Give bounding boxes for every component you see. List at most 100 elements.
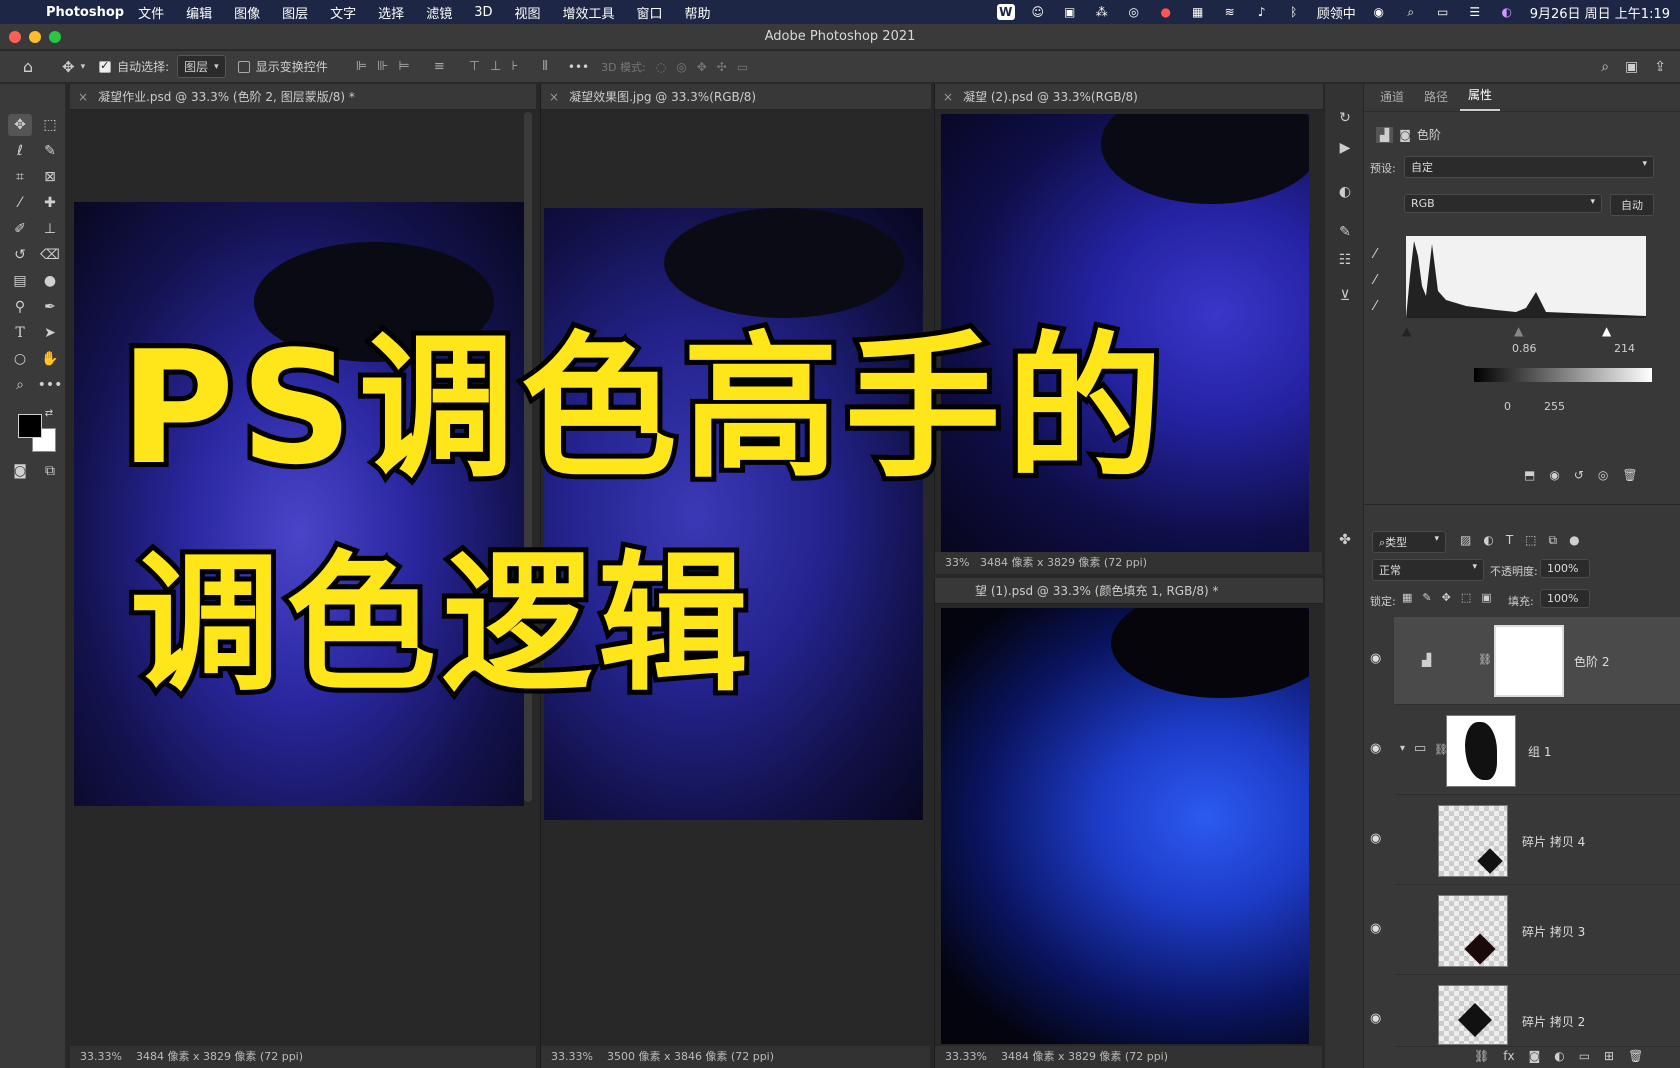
layer-thumbnail[interactable] (1438, 985, 1508, 1045)
layer-name[interactable]: 碎片 拷贝 3 (1522, 923, 1585, 940)
pen-tool-icon[interactable]: ✒ (38, 296, 62, 318)
new-group-icon[interactable]: ▭ (1579, 1049, 1590, 1063)
menu-edit[interactable]: 编辑 (186, 3, 212, 22)
layer-mask-thumbnail[interactable] (1494, 625, 1564, 697)
align-icons[interactable]: ⊫⊪⊨ ≡ ⊤⊥⊦ ⫴ (356, 59, 558, 74)
layer-row[interactable]: ◉ ▟ ⛓ 色阶 2 (1370, 617, 1680, 705)
gray-point-handle[interactable]: ▲ (1514, 324, 1523, 338)
bell-icon[interactable]: ♪ (1253, 4, 1271, 20)
output-gradient[interactable] (1474, 368, 1652, 382)
siri-icon[interactable]: ◐ (1498, 4, 1516, 20)
eye-icon[interactable]: ◉ (1370, 831, 1381, 846)
marquee-tool-icon[interactable]: ⬚ (38, 114, 62, 136)
home-icon[interactable]: ⌂ (8, 57, 48, 76)
menu-select[interactable]: 选择 (378, 3, 404, 22)
menu-type[interactable]: 文字 (330, 3, 356, 22)
filter-pixel-icon[interactable]: ▨ (1460, 533, 1471, 548)
adjustment-layer-icon[interactable]: ◐ (1554, 1049, 1564, 1063)
eye-icon[interactable]: ◉ (1370, 1011, 1381, 1026)
ellipse-tool-icon[interactable]: ○ (8, 348, 32, 370)
document-tab-1[interactable]: × 凝望作业.psd @ 33.3% (色阶 2, 图层蒙版/8) * (70, 84, 536, 110)
reset-icon[interactable]: ↺ (1574, 468, 1584, 482)
channel-dropdown[interactable]: RGB ▾ (1404, 194, 1602, 213)
face-icon[interactable]: ☺ (1029, 4, 1047, 20)
bluetooth-icon[interactable]: ᛒ (1285, 4, 1303, 20)
gray-eyedropper-icon[interactable]: ⁄ (1374, 268, 1376, 294)
eye-icon[interactable]: ◉ (1370, 921, 1381, 936)
battery-icon[interactable]: ▭ (1434, 4, 1452, 20)
zoom-level[interactable]: 33.33% (945, 1050, 987, 1063)
blur-tool-icon[interactable]: ● (38, 270, 62, 292)
eye-icon[interactable]: ◉ (1370, 741, 1381, 756)
eyedropper-tool-icon[interactable]: ⁄ (8, 192, 32, 214)
layer-thumbnail[interactable] (1438, 805, 1508, 877)
brush-settings-icon[interactable]: ✎ (1333, 224, 1357, 244)
add-mask-icon[interactable]: ◙ (1529, 1049, 1541, 1063)
auto-select-toggle[interactable]: 自动选择: (99, 58, 169, 75)
auto-button[interactable]: 自动 (1610, 194, 1654, 216)
zoom-window-button[interactable] (49, 31, 61, 43)
document-window-4[interactable]: 望 (1).psd @ 33.3% (颜色填充 1, RGB/8) * 33.3… (934, 578, 1323, 1068)
gradient-tool-icon[interactable]: ▤ (8, 270, 32, 292)
menu-image[interactable]: 图像 (234, 3, 260, 22)
lock-transparent-icon[interactable]: ▦ (1402, 591, 1412, 604)
menu-help[interactable]: 帮助 (685, 3, 711, 22)
menu-filter[interactable]: 滤镜 (426, 3, 452, 22)
filter-toggle-icon[interactable]: ● (1569, 533, 1579, 548)
zoom-tool-icon[interactable]: ⌕ (8, 374, 32, 396)
document-tab-2[interactable]: × 凝望效果图.jpg @ 33.3%(RGB/8) (541, 84, 931, 110)
filter-type-icon[interactable]: T (1506, 533, 1513, 548)
input-levels-slider[interactable]: ▲ ▲ ▲ (1402, 324, 1646, 338)
menu-3d[interactable]: 3D (474, 5, 492, 20)
filter-smart-icon[interactable]: ⧉ (1549, 533, 1558, 548)
swap-colors-icon[interactable]: ⇄ (42, 406, 56, 420)
type-tool-icon[interactable]: T (8, 322, 32, 344)
layer-name[interactable]: 碎片 拷贝 2 (1522, 1013, 1585, 1030)
chevron-down-icon[interactable]: ▾ (1400, 743, 1405, 754)
actions-play-icon[interactable]: ▶ (1333, 140, 1357, 160)
crop-tool-icon[interactable]: ⌗ (8, 166, 32, 188)
search-icon[interactable]: ⌕ (1601, 59, 1609, 75)
record-icon[interactable]: ● (1157, 4, 1175, 20)
zoom-level[interactable]: 33.33% (80, 1050, 122, 1063)
workspace-icon[interactable]: ▣ (1625, 59, 1638, 75)
close-tab-icon[interactable]: × (943, 90, 953, 104)
link-icon[interactable]: ⛓ (1478, 653, 1492, 666)
puzzle-icon[interactable]: ✤ (1333, 532, 1357, 552)
healing-tool-icon[interactable]: ✚ (38, 192, 62, 214)
history-brush-icon[interactable]: ↺ (8, 244, 32, 266)
sliders-icon[interactable]: ☷ (1333, 252, 1357, 272)
filter-shape-icon[interactable]: ⬚ (1525, 533, 1536, 548)
document-tab-3[interactable]: × 凝望 (2).psd @ 33.3%(RGB/8) (935, 84, 1323, 110)
wechat-icon[interactable]: ◎ (1125, 4, 1143, 20)
more-options-icon[interactable]: ••• (568, 60, 589, 74)
blend-mode-dropdown[interactable]: 正常 ▾ (1372, 559, 1484, 581)
canvas-photo[interactable] (544, 208, 923, 820)
output-low-value[interactable]: 0 (1504, 400, 1511, 413)
close-tab-icon[interactable]: × (78, 90, 88, 104)
black-point-handle[interactable]: ▲ (1402, 324, 1411, 338)
3d-tools-icons[interactable]: ◌◎✥✣▭ (656, 60, 758, 74)
show-transform-checkbox[interactable] (237, 60, 250, 73)
layer-name[interactable]: 组 1 (1528, 743, 1551, 760)
layer-thumbnail[interactable] (1438, 895, 1508, 967)
opacity-field[interactable]: 100% (1540, 559, 1590, 578)
output-high-value[interactable]: 255 (1544, 400, 1565, 413)
clock[interactable]: 9月26日 周日 上午1:19 (1530, 3, 1670, 22)
group-mask-thumbnail[interactable] (1446, 715, 1516, 787)
mask-icon[interactable]: ◙ (1399, 128, 1411, 142)
tab-channels[interactable]: 通道 (1372, 88, 1412, 111)
layer-filter-dropdown[interactable]: ⌕类型 ▾ (1372, 531, 1446, 553)
move-tool-icon[interactable]: ✥ (8, 114, 32, 136)
history-icon[interactable]: ↻ (1333, 110, 1357, 130)
adjustments-icon[interactable]: ◐ (1333, 184, 1357, 204)
show-transform-toggle[interactable]: 显示变换控件 (237, 58, 328, 75)
chevron-down-icon[interactable]: ▾ (81, 62, 86, 72)
fill-field[interactable]: 100% (1540, 589, 1590, 608)
zoom-level[interactable]: 33.33% (551, 1050, 593, 1063)
black-eyedropper-icon[interactable]: ⁄ (1374, 242, 1376, 268)
fx-icon[interactable]: fx (1503, 1049, 1514, 1063)
menu-plugins[interactable]: 增效工具 (563, 3, 615, 22)
preset-dropdown[interactable]: 自定 ▾ (1404, 156, 1654, 178)
link-layers-icon[interactable]: ⛓ (1474, 1049, 1489, 1063)
